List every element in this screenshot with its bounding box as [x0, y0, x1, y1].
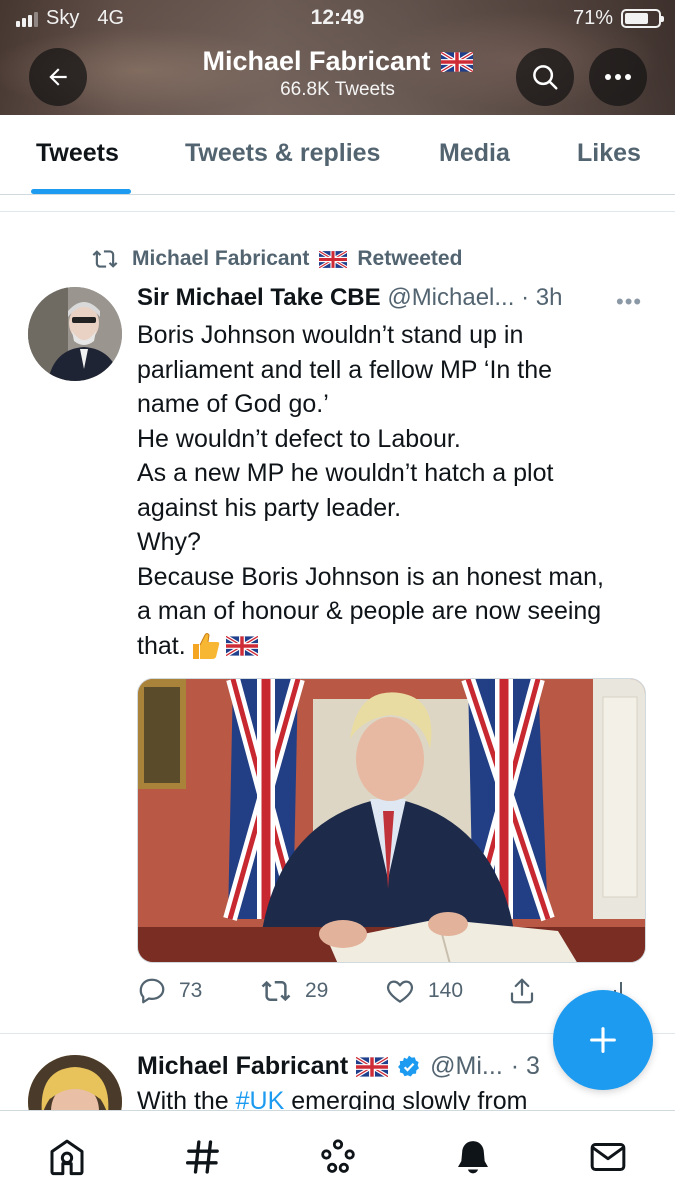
tweet-text-line: against his party leader. — [137, 493, 402, 522]
uk-flag-icon — [319, 250, 348, 268]
compose-tweet-button[interactable] — [553, 990, 653, 1090]
reply-count: 73 — [179, 979, 203, 1002]
retweet-count: 29 — [305, 979, 329, 1002]
retweet-icon — [261, 980, 291, 1002]
tweet-text-line: He wouldn’t defect to Labour. — [137, 424, 461, 453]
photo-illustration — [138, 679, 645, 962]
battery-fill — [625, 13, 648, 24]
home-icon — [50, 1139, 84, 1176]
tab-media[interactable]: Media — [439, 139, 510, 168]
verified-badge-icon — [398, 1055, 420, 1077]
profile-name-text: Michael Fabricant — [202, 46, 431, 76]
tweet-count: 66.8K Tweets — [280, 79, 395, 100]
retweeted-by-name: Michael Fabricant — [132, 247, 310, 270]
plus-icon — [590, 1027, 616, 1053]
more-horizontal-icon — [605, 74, 631, 80]
nav-messages[interactable] — [586, 1135, 630, 1179]
search-icon — [533, 65, 558, 90]
battery-percent: 71% — [572, 7, 613, 29]
uk-flag-icon — [356, 1056, 389, 1077]
bottom-navigation — [0, 1110, 675, 1200]
like-count: 140 — [428, 979, 464, 1002]
status-bar: Sky 4G 12:49 71% — [0, 0, 675, 38]
tab-likes[interactable]: Likes — [577, 139, 641, 168]
spaces-icon — [321, 1139, 355, 1173]
tweet-text-line: As a new MP he wouldn’t hatch a plot — [137, 459, 554, 487]
like-button[interactable]: 140 — [384, 976, 463, 1006]
heart-icon — [386, 980, 414, 1003]
nav-explore[interactable] — [181, 1135, 225, 1179]
avatar[interactable] — [28, 287, 122, 381]
author-name[interactable]: Sir Michael Take CBE — [137, 284, 381, 311]
tweet-text-line: Boris Johnson wouldn’t stand up in — [137, 321, 524, 349]
status-right: 71% — [572, 7, 664, 30]
messages-envelope-icon — [590, 1143, 626, 1171]
reply-icon — [139, 978, 165, 1004]
tweet-header: Sir Michael Take CBE @Michael... · 3h — [137, 284, 562, 312]
share-button[interactable] — [507, 976, 537, 1006]
active-tab-indicator — [31, 189, 131, 194]
tweet-time: · 3h — [521, 284, 563, 311]
author-handle[interactable]: @Mi... — [430, 1052, 503, 1081]
tweet-header: Michael Fabricant @Mi... · 3 — [137, 1052, 540, 1081]
nav-spaces[interactable] — [316, 1135, 360, 1179]
retweet-context[interactable]: Michael Fabricant Retweeted — [88, 246, 462, 272]
tweet-text-line: name of God go.’ — [137, 390, 329, 418]
avatar-image — [28, 287, 122, 381]
nav-notifications[interactable] — [451, 1135, 495, 1179]
retweet-icon — [92, 250, 118, 268]
tab-tweets[interactable]: Tweets — [36, 139, 119, 168]
more-options-button[interactable] — [589, 48, 647, 106]
tweet-text-line: parliament and tell a fellow MP ‘In the — [137, 355, 553, 384]
profile-tabs: Tweets Tweets & replies Media Likes — [0, 115, 675, 195]
divider — [0, 211, 675, 212]
back-arrow-icon — [49, 68, 67, 86]
tweet-text-line: that. — [137, 631, 186, 660]
profile-header: Sky 4G 12:49 71% Michael Fabricant 66.8K… — [0, 0, 675, 115]
hashtag-explore-icon — [186, 1140, 219, 1174]
thumbs-up-emoji-icon — [192, 632, 219, 659]
tweet-more-icon[interactable]: ••• — [616, 289, 642, 315]
battery-icon — [621, 9, 664, 28]
tweet-text-line: a man of honour & people are now seeing — [137, 597, 602, 625]
author-handle[interactable]: @Michael... — [387, 284, 514, 311]
tweet-time: · 3 — [510, 1052, 540, 1080]
notifications-bell-icon — [458, 1141, 488, 1174]
share-icon — [510, 978, 534, 1004]
header-title: Michael Fabricant 66.8K Tweets — [150, 46, 525, 101]
retweeted-label: Retweeted — [357, 247, 463, 270]
back-button[interactable] — [29, 48, 87, 106]
tweet-text-line: Because Boris Johnson is an honest man, — [137, 562, 604, 591]
retweet-button[interactable]: 29 — [259, 976, 328, 1006]
tweet-text: Boris Johnson wouldn’t stand up in parli… — [137, 318, 657, 663]
tweet-media-image[interactable] — [137, 678, 646, 963]
nav-home[interactable] — [45, 1135, 89, 1179]
author-name[interactable]: Michael Fabricant — [137, 1052, 348, 1081]
uk-flag-icon — [440, 51, 473, 72]
uk-flag-icon — [225, 635, 258, 656]
tweet-text-line: Why? — [137, 528, 201, 556]
tab-tweets-replies[interactable]: Tweets & replies — [185, 139, 380, 168]
reply-button[interactable]: 73 — [137, 976, 202, 1006]
search-button[interactable] — [516, 48, 574, 106]
profile-name: Michael Fabricant — [202, 46, 473, 77]
tweet-text-last-line: that. — [137, 629, 657, 664]
